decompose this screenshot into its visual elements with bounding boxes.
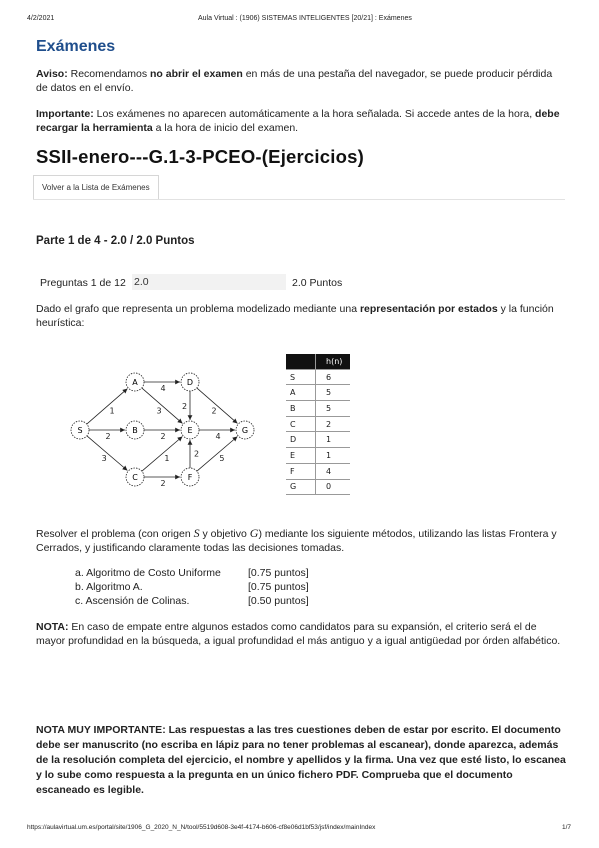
graph-edge-cost: 2 xyxy=(212,407,217,416)
heuristic-value: 5 xyxy=(315,400,350,417)
aviso-label: Aviso: xyxy=(36,68,68,80)
heuristic-row: E1 xyxy=(286,447,350,464)
aviso-bold: no abrir el examen xyxy=(150,68,243,80)
heuristic-header-label: h(n) xyxy=(315,354,350,370)
graph-node-label: C xyxy=(132,473,138,482)
print-page-title: Aula Virtual : (1906) SISTEMAS INTELIGEN… xyxy=(198,15,412,22)
nota-text: En caso de empate entre algunos estados … xyxy=(36,621,561,647)
graph-edge-cost: 5 xyxy=(219,454,224,463)
instructions-text: Resolver el problema (con origen S y obj… xyxy=(36,526,566,555)
graph-edge-cost: 1 xyxy=(164,454,169,463)
method-points: [0.75 puntos] xyxy=(248,581,309,593)
heuristic-node: A xyxy=(286,384,316,402)
graph-node-label: B xyxy=(132,426,138,435)
heuristic-value: 5 xyxy=(315,384,350,402)
back-to-exam-list-tab[interactable]: Volver a la Lista de Exámenes xyxy=(33,175,159,200)
method-points: [0.75 puntos] xyxy=(248,567,309,579)
graph-edge-c-e xyxy=(141,436,183,472)
method-label: c. Ascensión de Colinas. xyxy=(75,595,190,607)
heuristic-value: 0 xyxy=(315,479,350,496)
heuristic-row: A5 xyxy=(286,384,350,402)
heuristic-value: 1 xyxy=(315,447,350,464)
heuristic-row: B5 xyxy=(286,400,350,417)
heuristic-header-row: h(n) xyxy=(286,354,350,370)
question-score-field[interactable] xyxy=(132,274,286,290)
heuristic-row: C2 xyxy=(286,416,350,433)
graph-edge-s-a xyxy=(86,388,128,425)
question-statement: Dado el grafo que representa un problema… xyxy=(36,302,566,330)
statement-text-1: Dado el grafo que representa un problema… xyxy=(36,303,360,315)
method-label: a. Algoritmo de Costo Uniforme xyxy=(75,567,221,579)
heuristic-value: 1 xyxy=(315,431,350,449)
heuristic-value: 6 xyxy=(315,369,350,386)
section-title: Exámenes xyxy=(36,38,116,55)
graph-edge-a-e xyxy=(141,387,183,424)
heuristic-row: F4 xyxy=(286,463,350,480)
method-item-a: a. Algoritmo de Costo Uniforme [0.75 pun… xyxy=(75,567,309,579)
heuristic-header-empty xyxy=(286,354,316,370)
heuristic-node: G xyxy=(286,479,316,496)
heuristic-value: 2 xyxy=(315,416,350,433)
method-item-c: c. Ascensión de Colinas. [0.50 puntos] xyxy=(75,595,309,607)
heuristic-row: S6 xyxy=(286,369,350,386)
graph-node-label: A xyxy=(132,378,138,387)
graph-edge-cost: 2 xyxy=(194,450,199,459)
heuristic-row: D1 xyxy=(286,431,350,449)
method-label: b. Algoritmo A. xyxy=(75,581,143,593)
graph-node-label: F xyxy=(188,473,193,482)
graph-node-label: G xyxy=(242,426,248,435)
graph-node-label: S xyxy=(77,426,82,435)
instr-text-2: y objetivo xyxy=(199,528,250,540)
print-page-number: 1/7 xyxy=(562,824,572,831)
heuristic-node: S xyxy=(286,369,316,386)
graph-edge-cost: 3 xyxy=(102,454,107,463)
print-footer-url: https://aulavirtual.um.es/portal/site/19… xyxy=(27,824,376,831)
heuristic-table-container: h(n) S6A5B5C2D1E1F4G0 xyxy=(286,354,350,496)
statement-bold: representación por estados xyxy=(359,303,498,315)
graph-edge-f-g xyxy=(196,436,238,472)
graph-edge-cost: 3 xyxy=(157,407,162,416)
heuristic-node: D xyxy=(286,431,316,449)
heuristic-node: B xyxy=(286,400,316,417)
method-item-b: b. Algoritmo A. [0.75 puntos] xyxy=(75,581,309,593)
exam-title: SSII-enero---G.1-3-PCEO-(Ejercicios) xyxy=(36,146,364,167)
graph-node-label: D xyxy=(187,378,193,387)
print-date: 4/2/2021 xyxy=(27,15,55,22)
graph-edge-s-c xyxy=(86,435,128,471)
graph-edge-cost: 2 xyxy=(182,402,187,411)
graph-edge-cost: 4 xyxy=(161,384,166,393)
aviso-text-1: Recomendamos xyxy=(67,68,150,80)
aviso-notice: Aviso: Recomendamos no abrir el examen e… xyxy=(36,67,566,95)
graph-edge-cost: 4 xyxy=(216,432,221,441)
method-points: [0.50 puntos] xyxy=(248,595,309,607)
question-counter: Preguntas 1 de 12 xyxy=(40,277,126,289)
nota-label: NOTA: xyxy=(36,621,69,633)
tie-break-note: NOTA: En caso de empate entre algunos es… xyxy=(36,620,566,648)
importante-text-1: Los exámenes no aparecen automáticamente… xyxy=(93,108,536,120)
heuristic-node: C xyxy=(286,416,316,433)
part-title: Parte 1 de 4 - 2.0 / 2.0 Puntos xyxy=(36,235,195,247)
importante-label: Importante: xyxy=(36,108,94,120)
heuristic-table: h(n) S6A5B5C2D1E1F4G0 xyxy=(286,354,350,496)
heuristic-value: 4 xyxy=(315,463,350,480)
importante-notice: Importante: Los exámenes no aparecen aut… xyxy=(36,107,566,135)
state-graph-diagram: 1 2 3 4 3 2 1 2 2 2 4 2 5 S A B C D E F G xyxy=(70,372,255,488)
graph-edge-cost: 2 xyxy=(161,432,166,441)
graph-edge-d-g xyxy=(196,387,238,424)
instr-text-1: Resolver el problema (con origen xyxy=(36,528,194,540)
graph-edge-cost: 2 xyxy=(161,479,166,488)
heuristic-node: F xyxy=(286,463,316,480)
tab-divider xyxy=(33,199,565,200)
heuristic-row: G0 xyxy=(286,479,350,496)
heuristic-node: E xyxy=(286,447,316,464)
importante-text-2: a la hora de inicio del examen. xyxy=(152,122,299,134)
important-submission-note: NOTA MUY IMPORTANTE: Las respuestas a la… xyxy=(36,724,566,796)
graph-edge-cost: 1 xyxy=(109,407,114,416)
graph-edge-cost: 2 xyxy=(106,432,111,441)
graph-node-label: E xyxy=(187,426,192,435)
question-points: 2.0 Puntos xyxy=(292,277,343,289)
